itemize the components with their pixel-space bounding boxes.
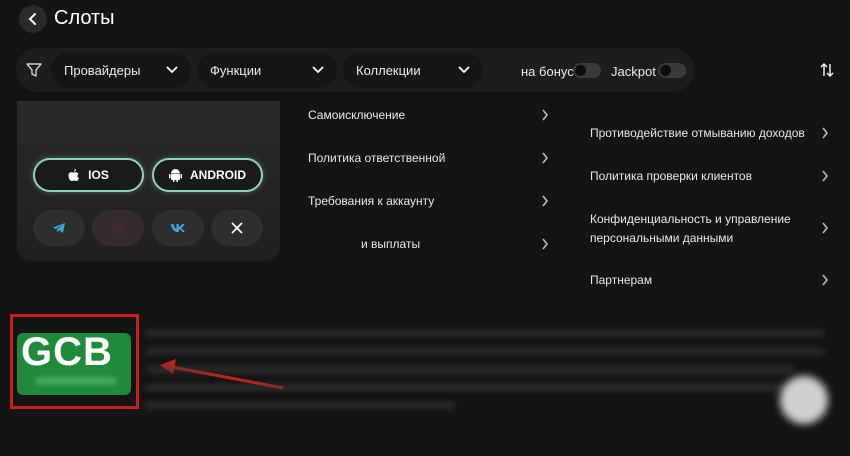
chevron-right-icon — [822, 274, 829, 286]
ios-download-button[interactable]: IOS — [33, 158, 144, 192]
android-download-button[interactable]: ANDROID — [152, 158, 263, 192]
android-icon — [169, 169, 182, 182]
chevron-right-icon — [822, 222, 829, 234]
chat-widget-button[interactable] — [780, 376, 828, 424]
instagram-icon — [112, 222, 124, 234]
chevron-right-icon — [822, 170, 829, 182]
vk-icon — [171, 224, 185, 232]
chevron-down-icon — [458, 66, 470, 74]
telegram-button[interactable] — [33, 210, 85, 246]
link-kyc-policy[interactable]: Политика проверки клиентов — [590, 169, 752, 183]
collections-label: Коллекции — [356, 62, 421, 78]
link-account-requirements[interactable]: Требования к аккаунту — [308, 194, 434, 208]
chevron-right-icon — [542, 109, 549, 121]
back-button[interactable] — [19, 5, 47, 33]
collections-dropdown[interactable]: Коллекции — [343, 52, 483, 88]
blurred-license-text — [145, 330, 835, 420]
functions-dropdown[interactable]: Функции — [197, 52, 337, 88]
x-icon — [231, 222, 243, 234]
link-anti-money-laundering[interactable]: Противодействие отмыванию доходов — [590, 126, 805, 140]
chevron-right-icon — [542, 195, 549, 207]
instagram-button[interactable] — [92, 210, 144, 246]
chevron-down-icon — [312, 66, 324, 74]
highlight-frame — [10, 314, 139, 409]
chevron-right-icon — [542, 238, 549, 250]
sort-icon[interactable] — [819, 62, 835, 78]
jackpot-toggle-label: Jackpot — [611, 64, 656, 79]
chevron-right-icon — [542, 152, 549, 164]
bonus-toggle[interactable] — [573, 63, 601, 78]
providers-label: Провайдеры — [64, 62, 141, 78]
chevron-down-icon — [166, 66, 178, 74]
chevron-left-icon — [28, 13, 36, 25]
link-self-exclusion[interactable]: Самоисключение — [308, 108, 405, 122]
providers-dropdown[interactable]: Провайдеры — [51, 52, 191, 88]
android-label: ANDROID — [190, 168, 246, 182]
telegram-icon — [53, 223, 65, 233]
jackpot-toggle[interactable] — [658, 63, 686, 78]
link-privacy-line2[interactable]: персональными данными — [590, 231, 733, 245]
filter-icon[interactable] — [25, 61, 43, 79]
link-partners[interactable]: Партнерам — [590, 273, 652, 287]
functions-label: Функции — [210, 62, 262, 78]
chevron-right-icon — [822, 127, 829, 139]
bonus-toggle-label: на бонус — [521, 64, 574, 79]
vk-button[interactable] — [152, 210, 204, 246]
ios-label: IOS — [88, 168, 109, 182]
apple-icon — [68, 169, 80, 181]
x-twitter-button[interactable] — [211, 210, 263, 246]
link-privacy-line1[interactable]: Конфиденциальность и управление — [590, 212, 791, 226]
page-title: Слоты — [54, 7, 115, 29]
link-responsible-policy[interactable]: Политика ответственной — [308, 151, 445, 165]
link-payouts[interactable]: и выплаты — [361, 237, 420, 251]
